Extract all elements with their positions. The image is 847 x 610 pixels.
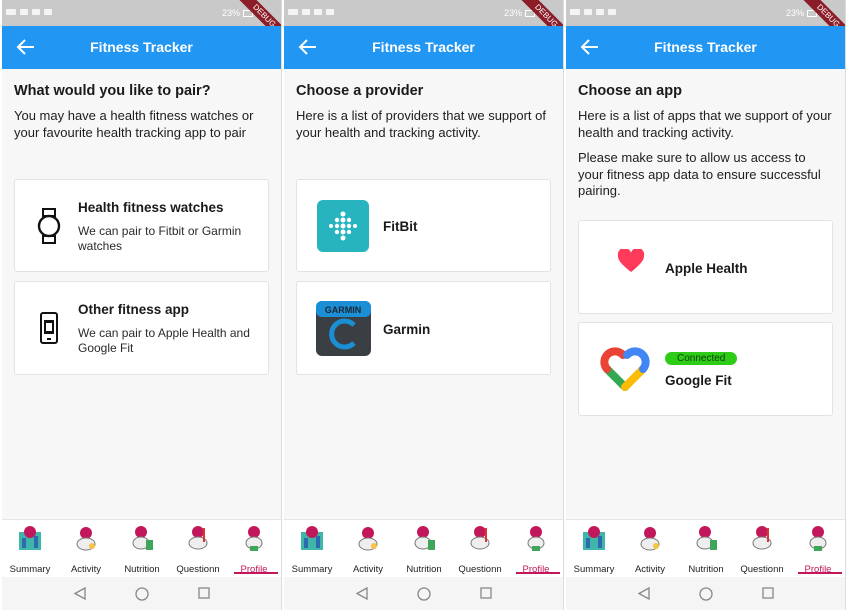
phone-screen-pair-type: 23% DEBUG Fitness Tracker What would you… <box>2 0 282 610</box>
app-bar: Fitness Tracker <box>284 26 563 69</box>
nav-item-questionnaire[interactable]: Questionn <box>454 524 506 575</box>
system-navigation-bar <box>566 577 845 610</box>
nav-item-nutrition[interactable]: Nutrition <box>398 524 450 575</box>
app-card-google-fit[interactable]: Connected Google Fit <box>578 322 833 416</box>
system-back-icon[interactable] <box>356 587 368 600</box>
nav-item-summary[interactable]: Summary <box>568 524 620 575</box>
active-tab-indicator <box>798 572 842 574</box>
garmin-logo: GARMIN <box>316 301 371 356</box>
card-title: Health fitness watches <box>78 200 224 215</box>
nutrition-icon <box>132 526 153 550</box>
nav-item-nutrition[interactable]: Nutrition <box>680 524 732 575</box>
nav-item-nutrition[interactable]: Nutrition <box>116 524 168 575</box>
svg-text:GARMIN: GARMIN <box>325 305 362 315</box>
active-tab-indicator <box>234 572 278 574</box>
questionnaire-icon <box>188 526 208 550</box>
nav-item-profile[interactable]: Profile <box>228 524 280 575</box>
page-description: Here is a list of apps that we support o… <box>578 108 832 140</box>
nutrition-icon <box>696 526 717 550</box>
bottom-navigation: Summary Activity Nutrition Questionn Pro… <box>566 519 845 577</box>
nav-item-questionnaire[interactable]: Questionn <box>736 524 788 575</box>
heart-icon <box>617 249 645 272</box>
summary-icon <box>301 526 323 550</box>
activity-icon <box>358 527 378 551</box>
page-heading: What would you like to pair? <box>14 83 211 99</box>
nutrition-icon <box>414 526 435 550</box>
fitbit-logo <box>317 200 369 252</box>
profile-icon <box>245 526 263 551</box>
active-tab-indicator <box>516 572 560 574</box>
page-description-secondary: Please make sure to allow us access to y… <box>578 150 821 198</box>
card-subtitle: We can pair to Apple Health and Google F… <box>78 326 250 355</box>
card-title: Apple Health <box>665 261 748 276</box>
provider-card-fitbit[interactable]: FitBit <box>296 179 551 272</box>
bottom-navigation: Summary Activity Nutrition Questionn Pro… <box>2 519 281 577</box>
summary-icon <box>583 526 605 550</box>
card-title: FitBit <box>383 219 418 234</box>
google-fit-logo <box>600 347 650 391</box>
app-bar: Fitness Tracker <box>566 26 845 69</box>
profile-icon <box>527 526 545 551</box>
app-card-apple-health[interactable]: Apple Health <box>578 220 833 314</box>
app-title: Fitness Tracker <box>90 39 193 55</box>
page-heading: Choose a provider <box>296 83 424 99</box>
questionnaire-icon <box>752 526 772 550</box>
status-bar: 23% DEBUG <box>284 0 563 45</box>
provider-card-garmin[interactable]: GARMIN Garmin <box>296 281 551 375</box>
nav-item-summary[interactable]: Summary <box>4 524 56 575</box>
activity-icon <box>640 527 660 551</box>
nav-item-questionnaire[interactable]: Questionn <box>172 524 224 575</box>
system-home-icon[interactable] <box>135 587 149 601</box>
system-home-icon[interactable] <box>699 587 713 601</box>
phone-app-icon <box>40 312 58 344</box>
status-bar: 23% DEBUG <box>2 0 281 45</box>
system-recents-icon[interactable] <box>198 587 210 599</box>
system-navigation-bar <box>2 577 281 610</box>
battery-level: 23% <box>785 8 804 18</box>
phone-screen-choose-app: 23% DEBUG Fitness Tracker Choose an app … <box>566 0 846 610</box>
questionnaire-icon <box>470 526 490 550</box>
system-back-icon[interactable] <box>74 587 86 600</box>
system-back-icon[interactable] <box>638 587 650 600</box>
nav-item-summary[interactable]: Summary <box>286 524 338 575</box>
profile-icon <box>809 526 827 551</box>
system-recents-icon[interactable] <box>480 587 492 599</box>
card-subtitle: We can pair to Fitbit or Garmin watches <box>78 224 242 253</box>
card-title: Other fitness app <box>78 302 190 317</box>
card-title: Garmin <box>383 322 431 337</box>
page-heading: Choose an app <box>578 83 682 99</box>
system-navigation-bar <box>284 577 563 610</box>
nav-item-profile[interactable]: Profile <box>510 524 562 575</box>
activity-icon <box>76 527 96 551</box>
page-description: Here is a list of providers that we supp… <box>296 108 547 140</box>
battery-level: 23% <box>221 8 240 18</box>
nav-item-activity[interactable]: Activity <box>624 524 676 575</box>
app-bar: Fitness Tracker <box>2 26 281 69</box>
nav-item-activity[interactable]: Activity <box>60 524 112 575</box>
pair-watch-card[interactable]: Health fitness watches We can pair to Fi… <box>14 179 269 272</box>
bottom-navigation: Summary Activity Nutrition Questionn Pro… <box>284 519 563 577</box>
summary-icon <box>19 526 41 550</box>
system-home-icon[interactable] <box>417 587 431 601</box>
page-description: You may have a health fitness watches or… <box>14 108 254 140</box>
phone-screen-choose-provider: 23% DEBUG Fitness Tracker Choose a provi… <box>284 0 564 610</box>
connected-badge: Connected <box>665 352 738 365</box>
pair-app-card[interactable]: Other fitness app We can pair to Apple H… <box>14 281 269 375</box>
system-recents-icon[interactable] <box>762 587 774 599</box>
card-title: Google Fit <box>665 373 732 388</box>
battery-level: 23% <box>503 8 522 18</box>
watch-icon <box>37 208 61 244</box>
app-title: Fitness Tracker <box>372 39 475 55</box>
status-bar: 23% DEBUG <box>566 0 845 45</box>
app-title: Fitness Tracker <box>654 39 757 55</box>
nav-item-activity[interactable]: Activity <box>342 524 394 575</box>
nav-item-profile[interactable]: Profile <box>792 524 844 575</box>
